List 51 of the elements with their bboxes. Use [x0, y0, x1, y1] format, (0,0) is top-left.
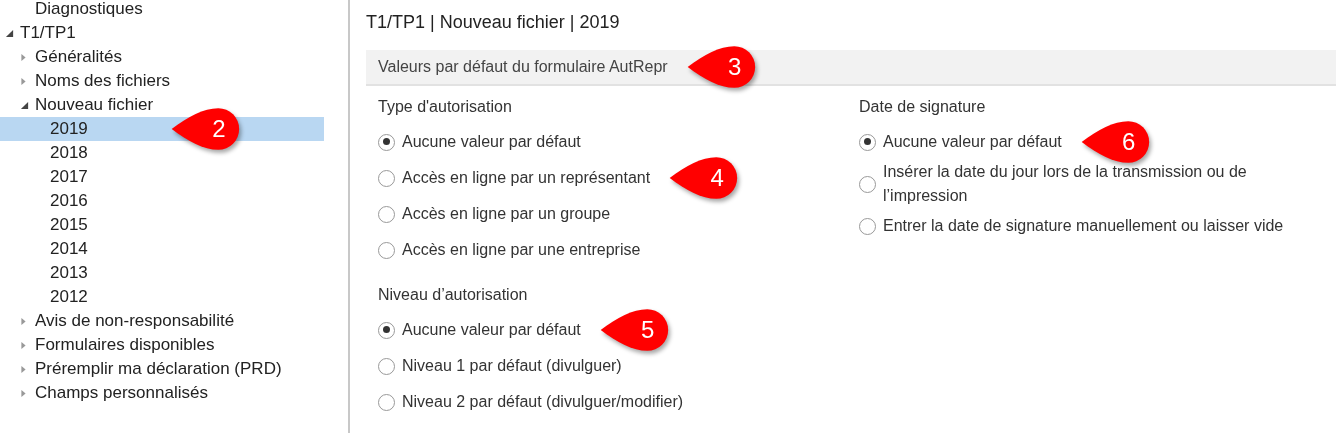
- group-label: Date de signature: [859, 98, 987, 117]
- expand-triangle-icon[interactable]: [20, 387, 27, 399]
- tree-item[interactable]: 2016: [0, 189, 324, 213]
- radio-option[interactable]: Aucune valeur par défaut: [859, 130, 1062, 154]
- tree-item[interactable]: 2015: [0, 213, 324, 237]
- radio-button[interactable]: [378, 393, 395, 411]
- expand-triangle-icon[interactable]: [20, 51, 27, 63]
- tree-item[interactable]: 2017: [0, 165, 324, 189]
- collapse-triangle-icon[interactable]: [5, 28, 14, 38]
- radio-button[interactable]: [378, 357, 395, 375]
- callout-marker: 5: [598, 307, 669, 353]
- radio-option[interactable]: Accès en ligne par un représentant: [378, 166, 651, 190]
- radio-option[interactable]: Aucune valeur par défaut: [378, 130, 581, 154]
- tree-item[interactable]: T1/TP1: [0, 21, 324, 45]
- radio-option[interactable]: Aucune valeur par défaut: [378, 318, 581, 342]
- tree-item[interactable]: Noms des fichiers: [0, 69, 324, 93]
- section-title: Valeurs par défaut du formulaire AutRepr: [378, 58, 668, 76]
- radio-button[interactable]: [378, 321, 395, 339]
- callout-marker: 3: [685, 44, 756, 90]
- radio-button[interactable]: [859, 133, 876, 151]
- page-title: T1/TP1 | Nouveau fichier | 2019: [366, 11, 621, 34]
- expand-triangle-icon[interactable]: [20, 363, 27, 375]
- tree-item[interactable]: Diagnostiques: [0, 0, 324, 21]
- tree-item[interactable]: Avis de non-responsabilité: [0, 309, 324, 333]
- tree-item[interactable]: Généralités: [0, 45, 324, 69]
- tree-item[interactable]: 2014: [0, 237, 324, 261]
- callout-marker: 6: [1079, 119, 1150, 165]
- tree-item[interactable]: Préremplir ma déclaration (PRD): [0, 357, 324, 381]
- radio-button[interactable]: [378, 241, 395, 259]
- expand-triangle-icon[interactable]: [20, 315, 27, 327]
- tree-item[interactable]: 2012: [0, 285, 324, 309]
- tree-item[interactable]: Champs personnalisés: [0, 381, 324, 405]
- radio-option[interactable]: Accès en ligne par un groupe: [378, 202, 611, 226]
- radio-option[interactable]: Accès en ligne par une entreprise: [378, 238, 641, 262]
- radio-option[interactable]: Niveau 2 par défaut (divulguer/modifier): [378, 390, 684, 414]
- expand-triangle-icon[interactable]: [20, 75, 27, 87]
- radio-option[interactable]: Entrer la date de signature manuellement ou laisser vide: [859, 214, 1284, 238]
- radio-option[interactable]: Niveau 1 par défaut (divulguer): [378, 354, 622, 378]
- radio-button[interactable]: [859, 217, 876, 235]
- radio-button[interactable]: [859, 175, 876, 193]
- tree-item[interactable]: Formulaires disponibles: [0, 333, 324, 357]
- group-label: Type d'autorisation: [378, 98, 513, 117]
- expand-triangle-icon[interactable]: [20, 339, 27, 351]
- collapse-triangle-icon[interactable]: [20, 100, 29, 110]
- tree-item[interactable]: 2013: [0, 261, 324, 285]
- radio-button[interactable]: [378, 205, 395, 223]
- callout-tooltip: 2: [170, 106, 240, 152]
- radio-button[interactable]: [378, 133, 395, 151]
- radio-button[interactable]: [378, 169, 395, 187]
- callout-marker: 4: [668, 155, 739, 201]
- group-label: Niveau d’autorisation: [378, 286, 529, 305]
